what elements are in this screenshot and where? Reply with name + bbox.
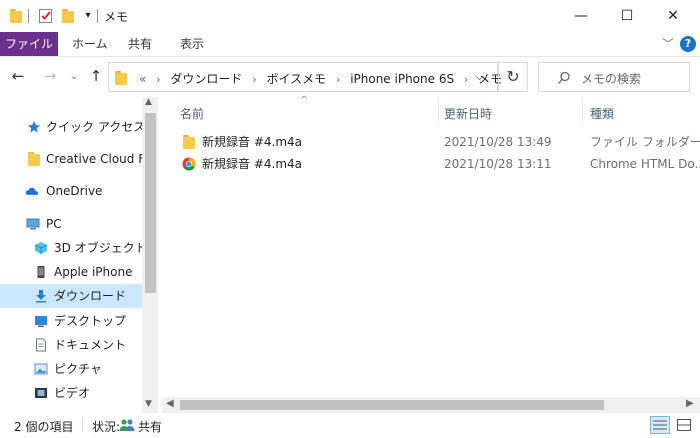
status-bar: 2 個の項目 状況: 共有 xyxy=(0,413,700,438)
search-input[interactable]: メモの検索 xyxy=(538,62,690,92)
maximize-button[interactable]: ☐ xyxy=(604,0,650,32)
sidebar-item-desktop[interactable]: デスクトップ xyxy=(0,309,142,333)
sidebar-item-pc[interactable]: PC xyxy=(0,212,142,236)
up-button[interactable]: ↑ xyxy=(86,66,106,86)
tab-view[interactable]: 表示 xyxy=(180,32,204,56)
sidebar-item-onedrive[interactable]: OneDrive xyxy=(0,179,142,203)
video-icon xyxy=(35,388,47,398)
folder-icon[interactable] xyxy=(8,8,24,24)
item-count: 2 個の項目 xyxy=(14,420,74,434)
tab-file[interactable]: ファイル xyxy=(0,32,58,56)
folder-icon xyxy=(28,152,42,166)
navigation-pane: クイック アクセス Creative Cloud Files OneDrive … xyxy=(0,97,158,413)
back-button[interactable]: ← xyxy=(8,66,28,86)
breadcrumb-iphone[interactable]: iPhone iPhone 6S xyxy=(350,72,454,86)
column-header-date[interactable]: 更新日時 xyxy=(444,103,492,125)
ribbon-tabs: ファイル ホーム 共有 表示 ﹀ ? xyxy=(0,32,700,57)
picture-icon xyxy=(34,363,48,375)
breadcrumb-downloads[interactable]: ダウンロード xyxy=(170,72,242,86)
star-icon xyxy=(28,121,40,133)
details-view-button[interactable] xyxy=(650,416,670,434)
large-icons-view-button[interactable] xyxy=(674,416,694,434)
users-icon xyxy=(119,419,135,431)
sidebar-item-quick-access[interactable]: クイック アクセス xyxy=(0,115,142,139)
sort-indicator-icon: ^ xyxy=(300,95,309,106)
phone-icon xyxy=(37,266,45,278)
scroll-down-icon[interactable]: ▼ xyxy=(145,399,152,409)
file-date: 2021/10/28 13:11 xyxy=(444,157,552,171)
sidebar-item-videos[interactable]: ビデオ xyxy=(0,381,142,405)
file-name: 新規録音 #4.m4a xyxy=(202,135,302,149)
nav-pane-scroll-thumb[interactable] xyxy=(145,113,156,293)
scroll-up-icon[interactable]: ▲ xyxy=(145,97,152,107)
scroll-right-icon[interactable]: ▶ xyxy=(686,398,694,409)
scroll-left-icon[interactable]: ◀ xyxy=(166,398,174,409)
column-header-type[interactable]: 種類 xyxy=(590,103,614,125)
horizontal-scroll-thumb[interactable] xyxy=(180,400,604,410)
download-icon xyxy=(36,290,46,303)
table-row[interactable]: 新規録音 #4.m4a 2021/10/28 13:11 Chrome HTML… xyxy=(162,153,700,175)
search-placeholder: メモの検索 xyxy=(581,72,642,86)
search-icon xyxy=(558,71,570,84)
horizontal-scrollbar[interactable]: ◀ ▶ xyxy=(162,397,700,413)
recent-locations-button[interactable]: ⌄ xyxy=(64,66,84,86)
file-name: 新規録音 #4.m4a xyxy=(202,157,302,171)
customize-quick-access-icon[interactable]: ▾ xyxy=(80,8,96,24)
properties-icon[interactable] xyxy=(38,8,54,24)
new-folder-icon[interactable] xyxy=(60,8,76,24)
close-button[interactable]: ✕ xyxy=(650,0,696,32)
sidebar-item-downloads[interactable]: ダウンロード xyxy=(0,284,142,308)
document-icon xyxy=(36,338,46,352)
window-title: メモ xyxy=(104,10,129,24)
cube-icon xyxy=(34,242,48,254)
table-row[interactable]: 新規録音 #4.m4a 2021/10/28 13:49 ファイル フォルダー xyxy=(162,131,700,153)
folder-icon xyxy=(183,135,195,149)
minimize-button[interactable]: — xyxy=(558,0,604,32)
refresh-button[interactable]: ↻ xyxy=(498,62,528,92)
breadcrumb-overflow[interactable]: « xyxy=(139,72,146,86)
desktop-icon xyxy=(35,316,47,327)
sidebar-item-creative-cloud[interactable]: Creative Cloud Files xyxy=(0,147,142,171)
help-icon[interactable]: ? xyxy=(680,36,696,52)
file-type: Chrome HTML Do... xyxy=(590,157,700,171)
large-icons-view-icon xyxy=(677,419,691,431)
chrome-icon xyxy=(182,157,196,171)
status-label: 状況: xyxy=(92,420,121,434)
sidebar-item-3d-objects[interactable]: 3D オブジェクト xyxy=(0,236,142,260)
address-dropdown-icon[interactable]: ⌵ xyxy=(475,69,484,84)
address-bar[interactable]: « › ダウンロード › ボイスメモ › iPhone iPhone 6S › … xyxy=(108,62,502,92)
file-type: ファイル フォルダー xyxy=(590,135,700,149)
forward-button[interactable]: → xyxy=(40,66,60,86)
navigation-bar: ← → ⌄ ↑ « › ダウンロード › ボイスメモ › iPhone iPho… xyxy=(0,57,700,97)
column-header-name[interactable]: 名前 xyxy=(180,103,204,125)
breadcrumb-voice-memos[interactable]: ボイスメモ xyxy=(266,72,326,86)
tab-share[interactable]: 共有 xyxy=(128,32,152,56)
cloud-icon xyxy=(25,187,39,195)
ribbon-collapse-icon[interactable]: ﹀ xyxy=(662,32,674,56)
pc-icon xyxy=(26,218,40,230)
status-value: 共有 xyxy=(138,420,163,434)
sidebar-item-apple-iphone[interactable]: Apple iPhone xyxy=(0,260,142,284)
sidebar-item-documents[interactable]: ドキュメント xyxy=(0,333,142,357)
tab-home[interactable]: ホーム xyxy=(72,32,108,56)
file-date: 2021/10/28 13:49 xyxy=(444,135,552,149)
file-list: ^ 名前 更新日時 種類 新規録音 #4.m4a 2021/10/28 13:4… xyxy=(162,95,700,397)
title-bar: ▾ メモ — ☐ ✕ xyxy=(0,0,700,32)
details-view-icon xyxy=(653,420,667,430)
sidebar-item-pictures[interactable]: ピクチャ xyxy=(0,357,142,381)
breadcrumb: « › ダウンロード › ボイスメモ › iPhone iPhone 6S › … xyxy=(139,72,503,86)
